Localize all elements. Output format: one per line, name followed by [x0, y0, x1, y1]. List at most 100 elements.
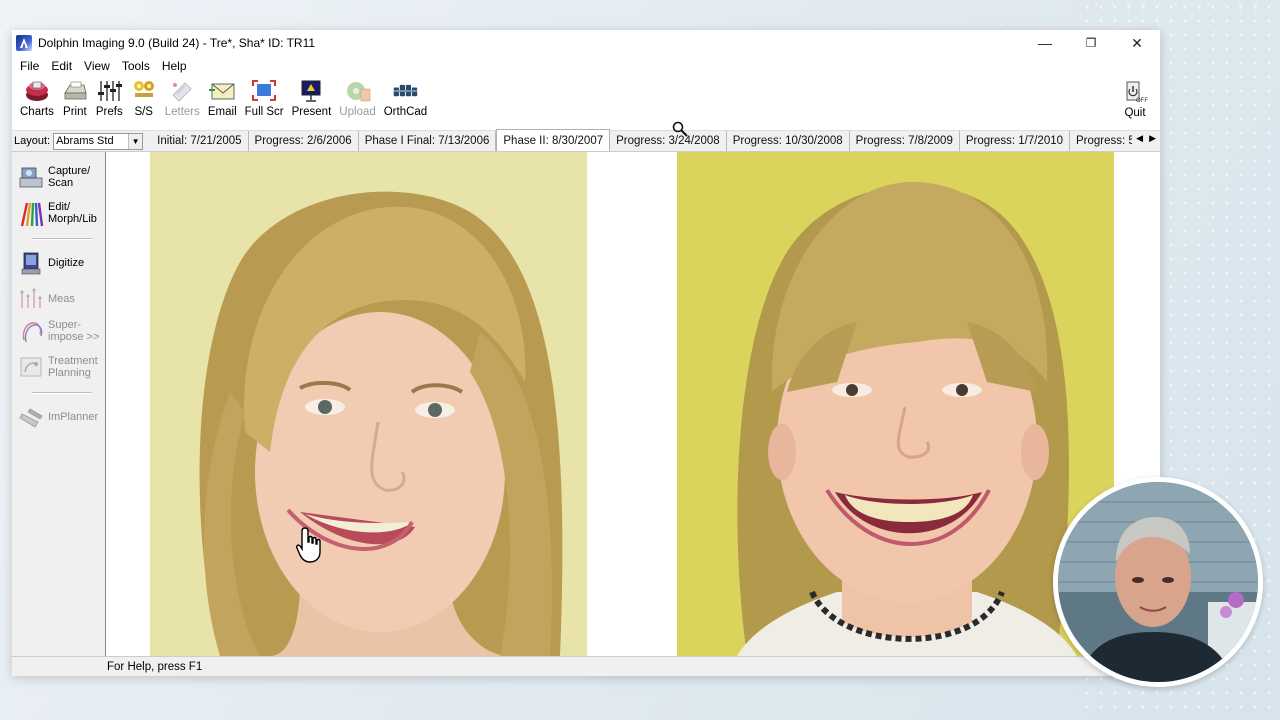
email-button[interactable]: Email — [204, 79, 241, 118]
chevron-left-icon[interactable]: ◀ — [1136, 133, 1143, 144]
present-button[interactable]: Present — [288, 79, 336, 118]
orthcad-icon — [392, 79, 418, 103]
sidebar-label-line1: Capture/ — [48, 165, 91, 177]
sidebar-divider — [32, 238, 92, 240]
tab-progress-2009[interactable]: Progress: 7/8/2009 — [850, 131, 960, 151]
orthcad-button[interactable]: OrthCad — [380, 79, 431, 118]
treatment-planning-icon — [18, 354, 44, 380]
paintbrush-icon — [18, 200, 44, 227]
quit-button[interactable]: OFF Quit — [1118, 80, 1152, 119]
svg-text:OFF: OFF — [1136, 98, 1148, 104]
presenter-webcam — [1053, 477, 1263, 687]
sidebar-label-line1: Super- — [48, 319, 82, 331]
close-button[interactable]: ✕ — [1114, 30, 1160, 56]
menu-file[interactable]: File — [16, 59, 47, 73]
prefs-label: Prefs — [95, 106, 123, 118]
sidebar-label-line2: Morph/Lib — [48, 213, 97, 225]
print-button[interactable]: Print — [58, 79, 92, 118]
menu-tools[interactable]: Tools — [118, 59, 158, 73]
tab-progress-2006[interactable]: Progress: 2/6/2006 — [249, 131, 359, 151]
sidebar-label-line2: Scan — [48, 177, 74, 189]
measure-icon — [18, 286, 44, 312]
charts-label: Charts — [20, 106, 54, 118]
status-bar: For Help, press F1 — [12, 656, 1160, 676]
slideshow-icon — [131, 79, 157, 103]
main-toolbar: Charts Print Prefs S/S Letters Email Ful… — [12, 76, 1160, 130]
tab-progress-2010[interactable]: Progress: 1/7/2010 — [960, 131, 1071, 151]
tab-initial[interactable]: Initial: 7/21/2005 — [151, 131, 249, 151]
chevron-right-icon[interactable]: ▶ — [1149, 133, 1156, 144]
full-screen-button[interactable]: Full Scr — [241, 79, 288, 118]
tab-phase-ii[interactable]: Phase II: 8/30/2007 — [496, 129, 611, 151]
orthcad-label: OrthCad — [383, 106, 428, 118]
restore-button[interactable]: ❐ — [1068, 30, 1114, 56]
envelope-icon — [209, 79, 235, 103]
email-label: Email — [207, 106, 237, 118]
digitize-icon — [18, 250, 44, 276]
title-bar: Dolphin Imaging 9.0 (Build 24) - Tre*, S… — [12, 30, 1160, 56]
sidebar-item-digitize[interactable]: Digitize — [18, 250, 84, 276]
print-label: Print — [63, 106, 87, 118]
sidebar-label-line1: Meas — [48, 293, 75, 305]
tab-phase-i-final[interactable]: Phase I Final: 7/13/2006 — [359, 131, 497, 151]
sidebar-item-edit-morph[interactable]: Edit/Morph/Lib — [18, 200, 97, 227]
superimpose-icon — [18, 318, 44, 344]
prefs-button[interactable]: Prefs — [92, 79, 127, 118]
minimize-button[interactable]: — — [1022, 30, 1068, 56]
sidebar-item-superimpose[interactable]: Super-impose >> — [18, 318, 99, 344]
upload-icon — [345, 79, 371, 103]
sidebar-label-line1: ImPlanner — [48, 411, 99, 423]
quit-label: Quit — [1124, 107, 1146, 119]
sidebar-item-implanner[interactable]: ImPlanner — [18, 404, 98, 430]
sidebar-label-line2: Planning — [48, 367, 91, 379]
layout-dropdown-value: Abrams Std — [56, 135, 114, 147]
menu-help[interactable]: Help — [158, 59, 195, 73]
implant-icon — [18, 404, 44, 430]
power-off-icon: OFF — [1122, 80, 1148, 104]
image-viewer[interactable] — [107, 152, 1160, 656]
sidebar-item-meas[interactable]: Meas — [18, 286, 75, 312]
patient-photo-left[interactable] — [150, 152, 587, 656]
dolphin-app-icon — [16, 35, 32, 51]
full-screen-label: Full Scr — [244, 106, 284, 118]
menu-edit[interactable]: Edit — [47, 59, 80, 73]
chevron-down-icon[interactable]: ▼ — [128, 133, 143, 149]
charts-button[interactable]: Charts — [16, 79, 58, 118]
letters-label: Letters — [164, 106, 200, 118]
left-sidebar: Capture/Scan Edit/Morph/Lib Digitize Mea — [12, 152, 106, 656]
upload-button[interactable]: Upload — [335, 79, 379, 118]
menu-bar: File Edit View Tools Help — [12, 56, 1160, 76]
charts-icon — [24, 79, 50, 103]
layout-dropdown[interactable]: Abrams Std ▼ — [53, 132, 144, 150]
hand-cursor-icon — [296, 526, 324, 564]
sidebar-label-line1: Treatment — [48, 355, 98, 367]
upload-label: Upload — [339, 106, 376, 118]
scanner-icon — [18, 164, 44, 190]
sidebar-divider — [32, 392, 92, 394]
present-label: Present — [291, 106, 332, 118]
tab-scroll-arrows: ◀ ▶ — [1132, 133, 1156, 144]
printer-icon — [62, 79, 88, 103]
main-body: Capture/Scan Edit/Morph/Lib Digitize Mea — [12, 152, 1160, 656]
presentation-icon — [298, 79, 324, 103]
window-title: Dolphin Imaging 9.0 (Build 24) - Tre*, S… — [38, 36, 316, 50]
sidebar-label-line1: Edit/ — [48, 201, 71, 213]
slideshow-label: S/S — [134, 106, 153, 118]
letters-button[interactable]: Letters — [161, 79, 204, 118]
tab-progress-mar-2008[interactable]: Progress: 3/24/2008 — [610, 131, 727, 151]
patient-photo-right[interactable] — [677, 152, 1114, 656]
sidebar-label-line1: Digitize — [48, 257, 85, 269]
sidebar-item-treatment-planning[interactable]: Treatment Planning — [18, 354, 98, 380]
slideshow-button[interactable]: S/S — [127, 79, 161, 118]
timepoint-tab-row: Layout: Abrams Std ▼ Initial: 7/21/2005 … — [12, 129, 1160, 152]
status-text: For Help, press F1 — [107, 660, 203, 673]
presenter-video — [1058, 482, 1258, 682]
sliders-icon — [96, 79, 123, 103]
tab-progress-oct-2008[interactable]: Progress: 10/30/2008 — [727, 131, 850, 151]
app-window: Dolphin Imaging 9.0 (Build 24) - Tre*, S… — [12, 30, 1160, 676]
layout-label: Layout: — [14, 135, 51, 147]
menu-view[interactable]: View — [80, 59, 118, 73]
magnifier-icon — [672, 121, 688, 137]
fullscreen-icon — [251, 79, 277, 103]
sidebar-item-capture-scan[interactable]: Capture/Scan — [18, 164, 90, 190]
